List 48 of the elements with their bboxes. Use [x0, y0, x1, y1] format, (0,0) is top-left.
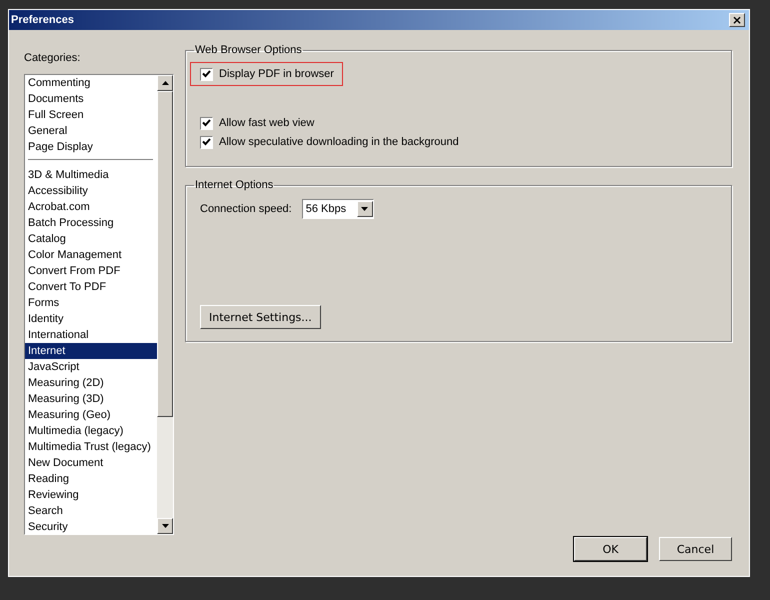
- category-item[interactable]: Measuring (Geo): [25, 407, 157, 423]
- dialog-button[interactable]: OK: [574, 537, 647, 561]
- group-title: Internet Options: [194, 179, 274, 191]
- categories-label: Categories:: [24, 52, 82, 64]
- category-item[interactable]: Forms: [25, 295, 157, 311]
- category-item[interactable]: Internet: [25, 343, 157, 359]
- group-title: Web Browser Options: [194, 44, 303, 56]
- scrollbar[interactable]: [157, 75, 173, 534]
- dialog-button[interactable]: Cancel: [659, 537, 732, 561]
- category-item[interactable]: Convert To PDF: [25, 279, 157, 295]
- checkbox[interactable]: [200, 136, 213, 148]
- category-item[interactable]: Accessibility: [25, 183, 157, 199]
- category-item[interactable]: International: [25, 327, 157, 343]
- checkbox[interactable]: [200, 68, 213, 80]
- category-item[interactable]: Reviewing: [25, 487, 157, 503]
- category-item[interactable]: Multimedia (legacy): [25, 423, 157, 439]
- category-item[interactable]: Search: [25, 503, 157, 519]
- category-item[interactable]: 3D & Multimedia: [25, 167, 157, 183]
- scroll-down-icon: [162, 524, 168, 528]
- connection-speed-dropdown[interactable]: 56 Kbps: [302, 199, 374, 219]
- checkbox-label: Display PDF in browser: [219, 68, 334, 80]
- close-button[interactable]: ×: [729, 13, 745, 27]
- category-item[interactable]: Security: [25, 519, 157, 534]
- category-item[interactable]: JavaScript: [25, 359, 157, 375]
- internet-settings-button[interactable]: Internet Settings...: [200, 305, 321, 329]
- category-item[interactable]: General: [25, 123, 157, 139]
- scroll-up-icon: [162, 81, 168, 85]
- category-item[interactable]: Measuring (3D): [25, 391, 157, 407]
- checkbox[interactable]: [200, 116, 213, 130]
- category-item[interactable]: Catalog: [25, 231, 157, 247]
- category-item[interactable]: Convert From PDF: [25, 263, 157, 279]
- category-item[interactable]: Identity: [25, 311, 157, 327]
- category-item[interactable]: Multimedia Trust (legacy): [25, 439, 157, 455]
- window-title: Preferences: [11, 14, 74, 26]
- category-item[interactable]: Measuring (2D): [25, 375, 157, 391]
- category-item[interactable]: Acrobat.com: [25, 199, 157, 215]
- connection-speed-label: Connection speed:: [200, 203, 292, 215]
- category-item[interactable]: Full Screen: [25, 107, 157, 123]
- category-item[interactable]: Reading: [25, 471, 157, 487]
- category-item[interactable]: Page Display: [25, 139, 157, 155]
- dropdown-caret-icon: [361, 207, 368, 211]
- category-item[interactable]: Batch Processing: [25, 215, 157, 231]
- checkbox-label: Allow fast web view: [219, 117, 314, 129]
- category-item[interactable]: Color Management: [25, 247, 157, 263]
- category-item[interactable]: Commenting: [25, 75, 157, 91]
- checkbox-label: Allow speculative downloading in the background: [219, 136, 459, 148]
- category-item[interactable]: Documents: [25, 91, 157, 107]
- category-item[interactable]: New Document: [25, 455, 157, 471]
